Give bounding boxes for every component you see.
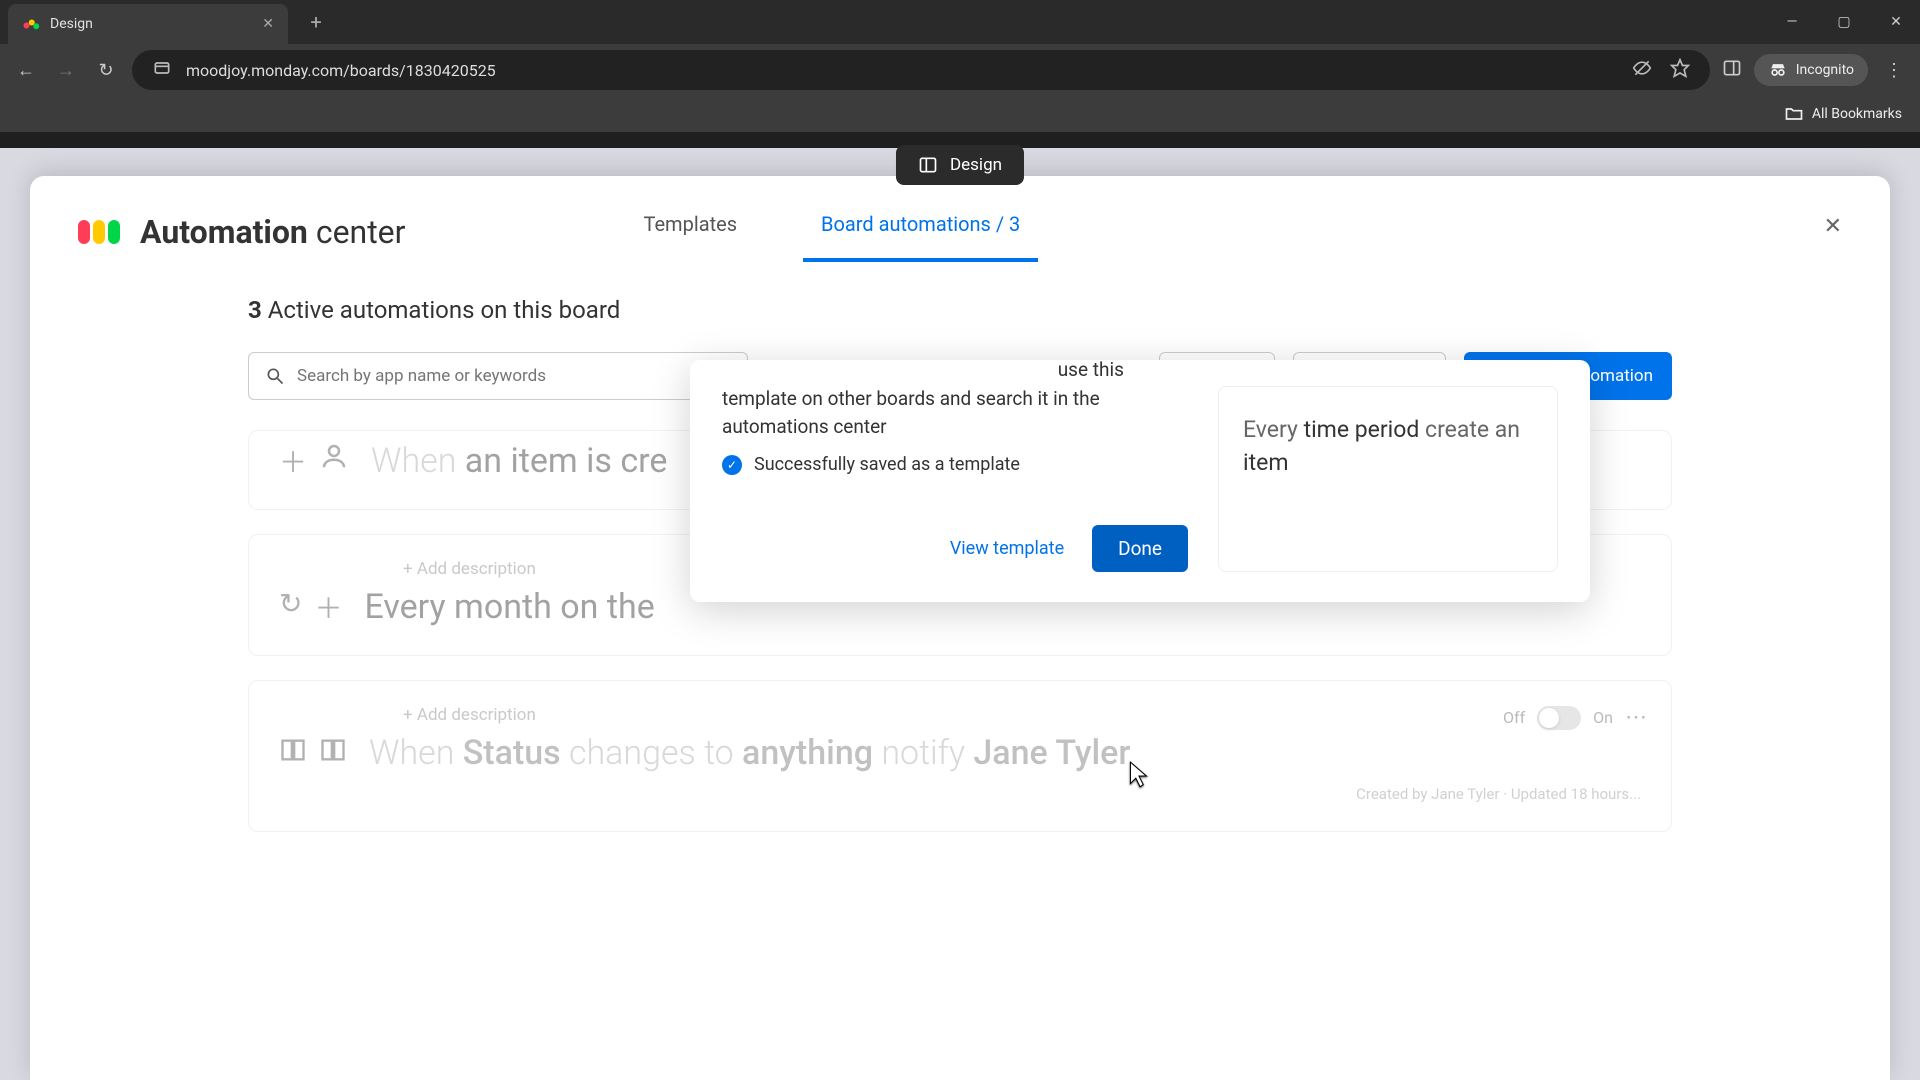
maximize-icon[interactable]: ▢	[1830, 14, 1858, 30]
preview-text: Every time period create an item	[1243, 413, 1533, 480]
all-bookmarks-button[interactable]: All Bookmarks	[1784, 104, 1902, 124]
popup-body-text: Everyone in your account will be able to…	[722, 356, 1188, 434]
board-name: Design	[950, 155, 1002, 175]
automation-rule-text: Every month on the	[364, 587, 654, 627]
toggle-on-label: On	[1593, 708, 1613, 727]
address-row: ← → ↻ moodjoy.monday.com/boards/18304205…	[0, 44, 1920, 96]
star-icon[interactable]	[1670, 58, 1690, 82]
reload-icon[interactable]: ↻	[92, 60, 120, 81]
view-template-button[interactable]: View template	[936, 528, 1078, 569]
tab-close-icon[interactable]: ✕	[262, 16, 274, 32]
browser-menu-icon[interactable]: ⋮	[1880, 60, 1908, 81]
template-saved-popup: Everyone in your account will be able to…	[690, 360, 1590, 602]
toggle-off-label: Off	[1503, 708, 1525, 727]
close-icon[interactable]: ✕	[1824, 214, 1842, 239]
person-icon	[319, 441, 349, 481]
monday-logo-icon	[78, 220, 120, 244]
tab-title: Design	[50, 16, 252, 32]
minimize-icon[interactable]: —	[1778, 14, 1806, 30]
plus-icon: ＋	[279, 441, 307, 481]
new-tab-button[interactable]: +	[300, 6, 332, 38]
eye-off-icon[interactable]	[1632, 58, 1652, 82]
address-bar[interactable]: moodjoy.monday.com/boards/1830420525	[132, 50, 1710, 90]
close-window-icon[interactable]: ✕	[1882, 14, 1910, 30]
refresh-icon: ↻	[279, 587, 302, 627]
automation-toggle-group: Off On ⋯	[1503, 705, 1647, 730]
window-controls: — ▢ ✕	[1778, 0, 1910, 44]
app-viewport: Design monday work management See plans …	[0, 148, 1920, 1080]
browser-chrome: Design ✕ + — ▢ ✕ ← → ↻ moodjoy.monday.co…	[0, 0, 1920, 132]
automation-rule-text: When an item is cre	[371, 441, 667, 481]
url-text: moodjoy.monday.com/boards/1830420525	[186, 61, 496, 80]
add-description-button[interactable]: + Add description	[403, 705, 1641, 725]
tab-templates[interactable]: Templates	[625, 204, 755, 262]
done-button[interactable]: Done	[1092, 525, 1188, 572]
check-circle-icon: ✓	[722, 455, 742, 475]
automation-card[interactable]: Off On ⋯ + Add description When Status c…	[248, 680, 1672, 832]
browser-tab[interactable]: Design ✕	[8, 4, 288, 44]
automation-center-modal: Automation center Templates Board automa…	[30, 176, 1890, 1080]
favicon-monday-icon	[22, 15, 40, 33]
automation-count: 3 Active automations on this board	[248, 296, 1672, 324]
search-input[interactable]	[297, 366, 731, 386]
board-name-pill[interactable]: Design	[896, 145, 1024, 185]
tab-bar: Design ✕ + — ▢ ✕	[0, 0, 1920, 44]
forward-icon: →	[52, 60, 80, 81]
cursor-icon	[1126, 760, 1152, 794]
sidepanel-icon[interactable]	[1722, 58, 1742, 82]
search-icon	[265, 366, 285, 386]
board-icon	[319, 736, 347, 771]
modal-header: Automation center Templates Board automa…	[78, 204, 1842, 260]
search-input-wrap[interactable]	[248, 352, 748, 400]
bookmarks-bar: All Bookmarks	[0, 96, 1920, 132]
template-preview-card: Every time period create an item	[1218, 386, 1558, 572]
back-icon[interactable]: ←	[12, 60, 40, 81]
automation-meta: Created by Jane Tyler · Updated 18 hours…	[279, 785, 1641, 803]
success-message: ✓ Successfully saved as a template	[722, 454, 1188, 475]
board-icon	[279, 736, 307, 771]
plus-icon: ＋	[314, 587, 342, 627]
site-info-icon[interactable]	[152, 58, 172, 82]
modal-title: Automation center	[140, 213, 405, 251]
toggle-switch[interactable]	[1537, 706, 1581, 730]
incognito-label: Incognito	[1796, 62, 1854, 78]
incognito-pill[interactable]: Incognito	[1754, 54, 1868, 86]
automation-rule-text: When Status changes to anything notify J…	[369, 733, 1130, 773]
all-bookmarks-label: All Bookmarks	[1812, 106, 1902, 122]
tab-board-automations[interactable]: Board automations / 3	[803, 204, 1038, 262]
modal-tabs: Templates Board automations / 3	[625, 204, 1038, 260]
kebab-menu-icon[interactable]: ⋯	[1625, 705, 1647, 730]
